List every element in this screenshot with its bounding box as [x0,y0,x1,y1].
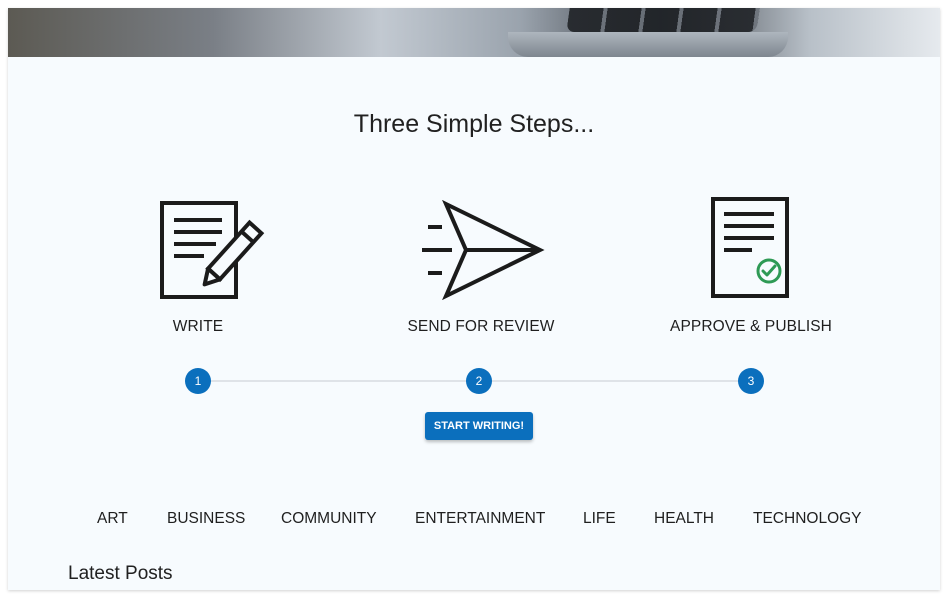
latest-posts-heading: Latest Posts [68,563,173,584]
step-number-2: 2 [466,368,492,394]
hero-image [8,8,940,57]
laptop-keys [566,8,760,32]
document-pencil-icon [160,201,265,299]
category-nav: ART BUSINESS COMMUNITY ENTERTAINMENT LIF… [8,510,940,530]
step-number-3: 3 [738,368,764,394]
laptop-edge [508,32,788,57]
start-writing-button[interactable]: START WRITING! [425,412,533,440]
step-label-write: WRITE [172,318,224,335]
main-card: Three Simple Steps... WRITE SEND FOR REV… [8,8,940,590]
page-title: Three Simple Steps... [353,110,595,138]
category-art[interactable]: ART [97,510,128,528]
step-number-1: 1 [185,368,211,394]
category-community[interactable]: COMMUNITY [281,510,377,528]
document-check-icon [711,197,789,298]
category-entertainment[interactable]: ENTERTAINMENT [415,510,545,528]
step-label-approve-publish: APPROVE & PUBLISH [670,318,832,335]
category-business[interactable]: BUSINESS [167,510,245,528]
category-life[interactable]: LIFE [583,510,616,528]
category-health[interactable]: HEALTH [654,510,714,528]
category-technology[interactable]: TECHNOLOGY [753,510,862,528]
paper-plane-icon [422,200,545,300]
step-label-send-for-review: SEND FOR REVIEW [407,318,555,335]
